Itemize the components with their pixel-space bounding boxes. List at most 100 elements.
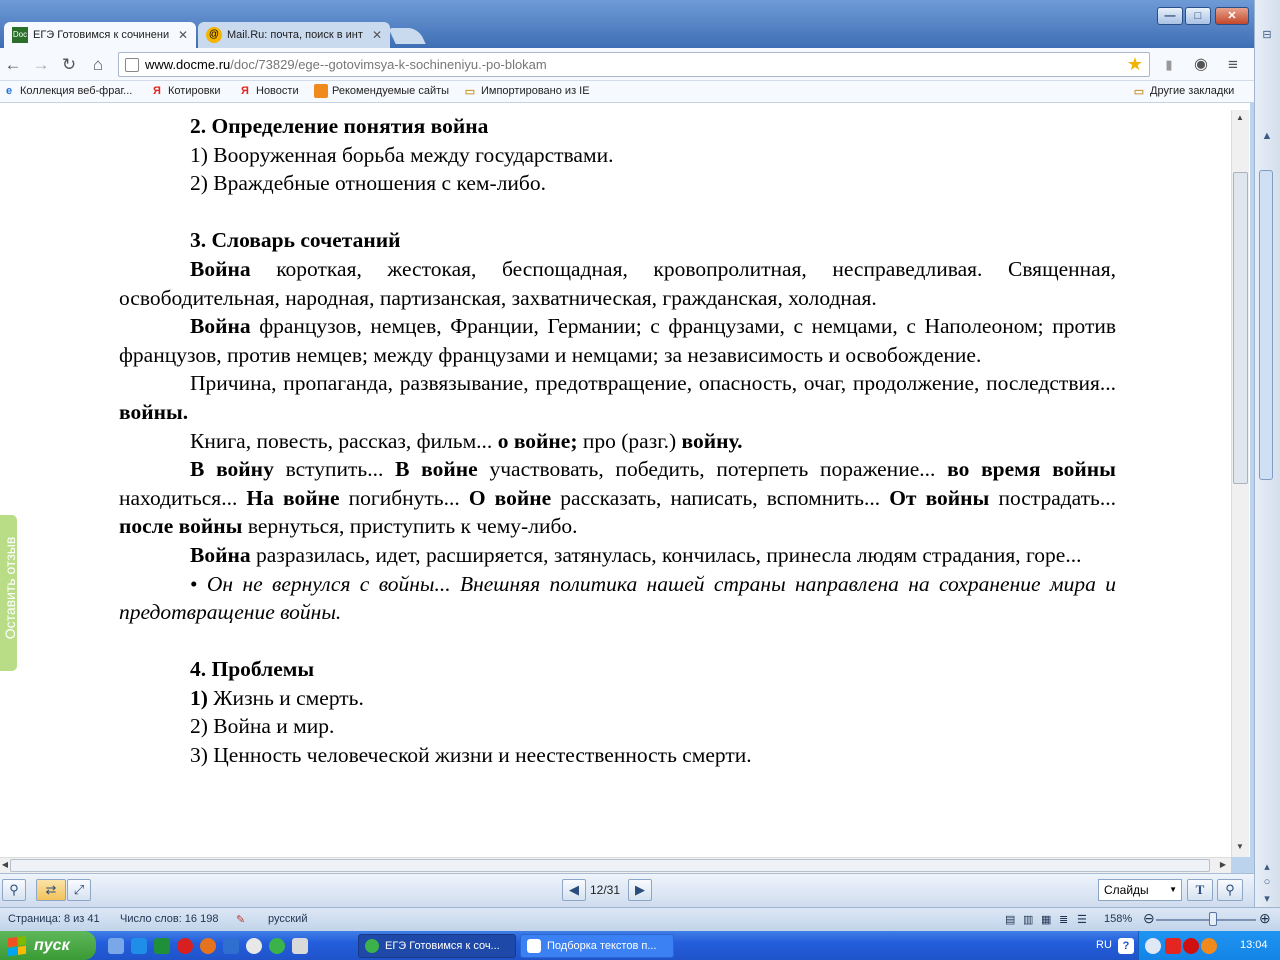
- close-tab-icon[interactable]: ✕: [372, 28, 382, 42]
- bold-text: 1): [190, 685, 208, 710]
- bookmark-folder[interactable]: ▭ Импортировано из IE: [463, 84, 590, 98]
- text: Книга, повесть, рассказ, фильм...: [190, 428, 498, 453]
- search-icon[interactable]: ⚲: [2, 879, 26, 901]
- back-button[interactable]: ←: [2, 54, 24, 76]
- firefox-quicklaunch-icon[interactable]: [200, 938, 216, 954]
- web-layout-icon[interactable]: ▦: [1041, 913, 1051, 926]
- bookmark-item[interactable]: e Коллекция веб-фраг...: [2, 84, 132, 98]
- scroll-up-icon[interactable]: ▲: [1260, 130, 1274, 144]
- zoom-level[interactable]: 158%: [1104, 913, 1132, 925]
- other-bookmarks[interactable]: ▭ Другие закладки: [1132, 84, 1235, 98]
- bookmark-label: Другие закладки: [1150, 85, 1235, 97]
- next-screen-button[interactable]: ▶: [628, 879, 652, 901]
- yandex-icon: Я: [241, 85, 249, 97]
- tab-mailru[interactable]: @ Mail.Ru: почта, поиск в инт ✕: [198, 22, 390, 48]
- bookmark-star-icon[interactable]: ★: [1127, 54, 1143, 75]
- view-options-value: Слайды: [1104, 883, 1149, 897]
- mailru-icon: @: [206, 27, 222, 43]
- extension-icon[interactable]: ◉: [1190, 54, 1212, 76]
- bold-text: во время войны: [947, 457, 1116, 482]
- menu-icon[interactable]: ≡: [1222, 54, 1244, 76]
- reload-button[interactable]: ↻: [58, 54, 80, 76]
- maximize-button[interactable]: □: [1185, 7, 1211, 25]
- page-status[interactable]: Страница: 8 из 41: [8, 913, 100, 925]
- find-icon[interactable]: ⚲: [1217, 879, 1243, 901]
- list-item: 2) Война и мир.: [190, 714, 335, 739]
- text: Жизнь и смерть.: [207, 685, 364, 710]
- network-tray-icon[interactable]: [1201, 938, 1217, 954]
- zoom-out-icon[interactable]: ⊖: [1143, 910, 1155, 927]
- bookmark-item[interactable]: Я Новости: [238, 84, 299, 98]
- help-icon[interactable]: ?: [1118, 938, 1134, 954]
- bookmark-item[interactable]: Я Котировки: [150, 84, 220, 98]
- scrollbar-thumb[interactable]: [1259, 170, 1273, 480]
- outline-icon[interactable]: ≣: [1059, 913, 1068, 926]
- next-page-icon[interactable]: ▾: [1260, 892, 1274, 906]
- new-tab-button[interactable]: [388, 28, 426, 44]
- chrome-icon: [365, 939, 379, 953]
- antivirus-tray-icon[interactable]: [1183, 938, 1199, 954]
- forward-button[interactable]: →: [30, 54, 52, 76]
- opera-quicklaunch-icon[interactable]: [177, 938, 193, 954]
- draft-icon[interactable]: ☰: [1077, 913, 1087, 926]
- page-counter: 12/31: [590, 883, 621, 897]
- horizontal-scrollbar[interactable]: ◀ ▶: [0, 857, 1231, 873]
- bold-text: На войне: [246, 485, 340, 510]
- zoom-slider[interactable]: [1156, 919, 1256, 921]
- italic-text: Он не вернулся с войны... Внешняя полити…: [119, 571, 1116, 625]
- text: погибнуть...: [339, 485, 469, 510]
- text: вступить...: [273, 457, 396, 482]
- vertical-scrollbar[interactable]: ▲ ▼: [1231, 110, 1249, 857]
- scroll-down-icon[interactable]: ▼: [1232, 839, 1248, 855]
- chrome-quicklaunch-icon[interactable]: [269, 938, 285, 954]
- media-quicklaunch-icon[interactable]: [246, 938, 262, 954]
- bold-text: войну.: [681, 428, 743, 453]
- settings-quicklaunch-icon[interactable]: [108, 938, 124, 954]
- minimize-button[interactable]: —: [1157, 7, 1183, 25]
- print-layout-icon[interactable]: ▤: [1005, 913, 1015, 926]
- home-button[interactable]: ⌂: [87, 54, 109, 76]
- close-tab-icon[interactable]: ✕: [178, 28, 188, 42]
- text: находиться...: [119, 485, 247, 510]
- tray-expand-icon[interactable]: [1145, 938, 1161, 954]
- address-bar[interactable]: www.docme.ru/doc/73829/ege--gotovimsya-k…: [118, 52, 1150, 77]
- scroll-right-icon[interactable]: ▶: [1215, 857, 1231, 873]
- zoom-slider-handle[interactable]: [1209, 912, 1217, 926]
- split-icon[interactable]: ⊟: [1260, 28, 1274, 42]
- bookmark-item[interactable]: Рекомендуемые сайты: [314, 84, 449, 98]
- language-status[interactable]: русский: [268, 913, 307, 925]
- reading-layout-icon[interactable]: ▥: [1023, 913, 1033, 926]
- yandex-tray-icon[interactable]: [1165, 938, 1181, 954]
- text: рассказать, написать, вспомнить...: [551, 485, 890, 510]
- select-browse-icon[interactable]: ○: [1260, 876, 1274, 890]
- view-options-select[interactable]: Слайды ▼: [1098, 879, 1182, 901]
- page-view-icon[interactable]: ⇄: [36, 879, 66, 901]
- word-count[interactable]: Число слов: 16 198: [120, 913, 218, 925]
- calculator-quicklaunch-icon[interactable]: [292, 938, 308, 954]
- language-indicator[interactable]: RU: [1096, 939, 1112, 951]
- ie-quicklaunch-icon[interactable]: [131, 938, 147, 954]
- word-quicklaunch-icon[interactable]: [223, 938, 239, 954]
- scrollbar-thumb[interactable]: [10, 859, 1210, 872]
- outer-scrollbar[interactable]: ⊟ ▲ ▴ ○ ▾: [1254, 0, 1280, 932]
- text-size-icon[interactable]: T: [1187, 879, 1213, 901]
- taskbar-item-chrome[interactable]: ЕГЭ Готовимся к соч...: [358, 934, 516, 958]
- taskbar-item-word[interactable]: Подборка текстов п...: [520, 934, 674, 958]
- feedback-label: Оставить отзыв: [2, 536, 18, 640]
- previous-screen-button[interactable]: ◀: [562, 879, 586, 901]
- clock: 13:04: [1240, 939, 1268, 951]
- previous-page-icon[interactable]: ▴: [1260, 860, 1274, 874]
- section-heading: 2. Определение понятия война: [190, 114, 489, 138]
- tab-docme[interactable]: Doc ЕГЭ Готовимся к сочинени ✕: [4, 22, 196, 48]
- close-window-button[interactable]: ✕: [1215, 7, 1249, 25]
- scroll-up-icon[interactable]: ▲: [1232, 110, 1248, 126]
- signal-icon[interactable]: ▮: [1158, 54, 1180, 76]
- bookmarks-bar: e Коллекция веб-фраг... Я Котировки Я Но…: [0, 81, 1254, 103]
- excel-quicklaunch-icon[interactable]: [154, 938, 170, 954]
- feedback-tab[interactable]: Оставить отзыв: [0, 515, 18, 671]
- zoom-in-icon[interactable]: ⊕: [1259, 910, 1271, 927]
- start-button[interactable]: пуск: [0, 931, 96, 960]
- fullscreen-icon[interactable]: ⤢: [67, 879, 91, 901]
- spellcheck-icon[interactable]: ✎: [236, 913, 245, 926]
- scrollbar-thumb[interactable]: [1233, 172, 1248, 484]
